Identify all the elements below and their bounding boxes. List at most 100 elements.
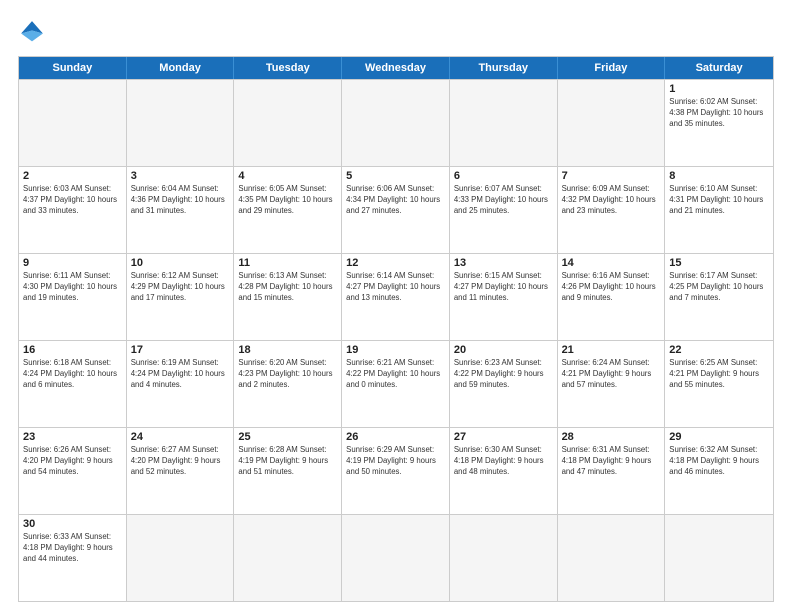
day-number: 21 [562, 344, 661, 356]
calendar-cell [342, 515, 450, 601]
day-number: 22 [669, 344, 769, 356]
calendar-cell: 27 Sunrise: 6:30 AM Sunset: 4:18 PM Dayli… [450, 428, 558, 514]
calendar-cell: 9 Sunrise: 6:11 AM Sunset: 4:30 PM Daylig… [19, 254, 127, 340]
logo [18, 18, 50, 46]
sun-info: Sunrise: 6:20 AM Sunset: 4:23 PM Dayligh… [238, 358, 337, 391]
sun-info: Sunrise: 6:26 AM Sunset: 4:20 PM Dayligh… [23, 445, 122, 478]
calendar-cell: 10Sunrise: 6:12 AM Sunset: 4:29 PM Dayli… [127, 254, 235, 340]
sun-info: Sunrise: 6:09 AM Sunset: 4:32 PM Dayligh… [562, 184, 661, 217]
day-number: 8 [669, 170, 769, 182]
sun-info: Sunrise: 6:04 AM Sunset: 4:36 PM Dayligh… [131, 184, 230, 217]
calendar-cell: 15 Sunrise: 6:17 AM Sunset: 4:25 PM Dayli… [665, 254, 773, 340]
weekday-header: Thursday [450, 57, 558, 79]
header [18, 18, 774, 46]
calendar-cell: 24Sunrise: 6:27 AM Sunset: 4:20 PM Dayli… [127, 428, 235, 514]
calendar-cell: 6 Sunrise: 6:07 AM Sunset: 4:33 PM Daylig… [450, 167, 558, 253]
day-number: 13 [454, 257, 553, 269]
calendar-cell: 29Sunrise: 6:32 AM Sunset: 4:18 PM Dayli… [665, 428, 773, 514]
sun-info: Sunrise: 6:02 AM Sunset: 4:38 PM Dayligh… [669, 97, 769, 130]
weekday-header: Sunday [19, 57, 127, 79]
day-number: 17 [131, 344, 230, 356]
day-number: 20 [454, 344, 553, 356]
day-number: 14 [562, 257, 661, 269]
day-number: 2 [23, 170, 122, 182]
calendar-week-row: 23 Sunrise: 6:26 AM Sunset: 4:20 PM Dayli… [19, 427, 773, 514]
calendar-cell: 7 Sunrise: 6:09 AM Sunset: 4:32 PM Daylig… [558, 167, 666, 253]
logo-icon [18, 18, 46, 46]
calendar-cell: 25 Sunrise: 6:28 AM Sunset: 4:19 PM Dayli… [234, 428, 342, 514]
calendar-cell [234, 515, 342, 601]
sun-info: Sunrise: 6:18 AM Sunset: 4:24 PM Dayligh… [23, 358, 122, 391]
calendar-cell [450, 515, 558, 601]
sun-info: Sunrise: 6:21 AM Sunset: 4:22 PM Dayligh… [346, 358, 445, 391]
day-number: 28 [562, 431, 661, 443]
calendar-cell: 8 Sunrise: 6:10 AM Sunset: 4:31 PM Daylig… [665, 167, 773, 253]
sun-info: Sunrise: 6:06 AM Sunset: 4:34 PM Dayligh… [346, 184, 445, 217]
sun-info: Sunrise: 6:24 AM Sunset: 4:21 PM Dayligh… [562, 358, 661, 391]
calendar-cell: 11 Sunrise: 6:13 AM Sunset: 4:28 PM Dayli… [234, 254, 342, 340]
sun-info: Sunrise: 6:32 AM Sunset: 4:18 PM Dayligh… [669, 445, 769, 478]
sun-info: Sunrise: 6:28 AM Sunset: 4:19 PM Dayligh… [238, 445, 337, 478]
day-number: 27 [454, 431, 553, 443]
weekday-header: Tuesday [234, 57, 342, 79]
calendar-cell: 18 Sunrise: 6:20 AM Sunset: 4:23 PM Dayli… [234, 341, 342, 427]
sun-info: Sunrise: 6:11 AM Sunset: 4:30 PM Dayligh… [23, 271, 122, 304]
page: SundayMondayTuesdayWednesdayThursdayFrid… [0, 0, 792, 612]
weekday-header: Saturday [665, 57, 773, 79]
day-number: 12 [346, 257, 445, 269]
calendar-week-row: 9 Sunrise: 6:11 AM Sunset: 4:30 PM Daylig… [19, 253, 773, 340]
sun-info: Sunrise: 6:13 AM Sunset: 4:28 PM Dayligh… [238, 271, 337, 304]
calendar-cell: 13 Sunrise: 6:15 AM Sunset: 4:27 PM Dayli… [450, 254, 558, 340]
calendar-cell: 21 Sunrise: 6:24 AM Sunset: 4:21 PM Dayli… [558, 341, 666, 427]
day-number: 7 [562, 170, 661, 182]
day-number: 9 [23, 257, 122, 269]
day-number: 23 [23, 431, 122, 443]
day-number: 5 [346, 170, 445, 182]
calendar-cell [342, 80, 450, 166]
day-number: 11 [238, 257, 337, 269]
sun-info: Sunrise: 6:33 AM Sunset: 4:18 PM Dayligh… [23, 532, 122, 565]
weekday-header: Wednesday [342, 57, 450, 79]
calendar-cell: 2 Sunrise: 6:03 AM Sunset: 4:37 PM Daylig… [19, 167, 127, 253]
calendar-cell: 17Sunrise: 6:19 AM Sunset: 4:24 PM Dayli… [127, 341, 235, 427]
calendar-cell [234, 80, 342, 166]
calendar-week-row: 1Sunrise: 6:02 AM Sunset: 4:38 PM Daylig… [19, 79, 773, 166]
calendar-cell: 14 Sunrise: 6:16 AM Sunset: 4:26 PM Dayli… [558, 254, 666, 340]
day-number: 25 [238, 431, 337, 443]
calendar-header: SundayMondayTuesdayWednesdayThursdayFrid… [19, 57, 773, 79]
day-number: 3 [131, 170, 230, 182]
calendar-week-row: 2 Sunrise: 6:03 AM Sunset: 4:37 PM Daylig… [19, 166, 773, 253]
day-number: 15 [669, 257, 769, 269]
sun-info: Sunrise: 6:23 AM Sunset: 4:22 PM Dayligh… [454, 358, 553, 391]
sun-info: Sunrise: 6:10 AM Sunset: 4:31 PM Dayligh… [669, 184, 769, 217]
sun-info: Sunrise: 6:16 AM Sunset: 4:26 PM Dayligh… [562, 271, 661, 304]
day-number: 19 [346, 344, 445, 356]
sun-info: Sunrise: 6:15 AM Sunset: 4:27 PM Dayligh… [454, 271, 553, 304]
weekday-header: Monday [127, 57, 235, 79]
calendar-cell [19, 80, 127, 166]
calendar-body: 1Sunrise: 6:02 AM Sunset: 4:38 PM Daylig… [19, 79, 773, 601]
sun-info: Sunrise: 6:30 AM Sunset: 4:18 PM Dayligh… [454, 445, 553, 478]
calendar-cell: 12 Sunrise: 6:14 AM Sunset: 4:27 PM Dayli… [342, 254, 450, 340]
calendar-cell: 22Sunrise: 6:25 AM Sunset: 4:21 PM Dayli… [665, 341, 773, 427]
sun-info: Sunrise: 6:05 AM Sunset: 4:35 PM Dayligh… [238, 184, 337, 217]
sun-info: Sunrise: 6:31 AM Sunset: 4:18 PM Dayligh… [562, 445, 661, 478]
calendar-cell [127, 80, 235, 166]
calendar-cell [127, 515, 235, 601]
sun-info: Sunrise: 6:17 AM Sunset: 4:25 PM Dayligh… [669, 271, 769, 304]
sun-info: Sunrise: 6:07 AM Sunset: 4:33 PM Dayligh… [454, 184, 553, 217]
calendar-cell: 5 Sunrise: 6:06 AM Sunset: 4:34 PM Daylig… [342, 167, 450, 253]
sun-info: Sunrise: 6:03 AM Sunset: 4:37 PM Dayligh… [23, 184, 122, 217]
calendar-cell: 19 Sunrise: 6:21 AM Sunset: 4:22 PM Dayli… [342, 341, 450, 427]
day-number: 10 [131, 257, 230, 269]
sun-info: Sunrise: 6:14 AM Sunset: 4:27 PM Dayligh… [346, 271, 445, 304]
day-number: 26 [346, 431, 445, 443]
calendar-cell: 16Sunrise: 6:18 AM Sunset: 4:24 PM Dayli… [19, 341, 127, 427]
calendar-cell [558, 515, 666, 601]
calendar-cell: 1Sunrise: 6:02 AM Sunset: 4:38 PM Daylig… [665, 80, 773, 166]
calendar-cell: 3 Sunrise: 6:04 AM Sunset: 4:36 PM Daylig… [127, 167, 235, 253]
calendar: SundayMondayTuesdayWednesdayThursdayFrid… [18, 56, 774, 602]
day-number: 30 [23, 518, 122, 530]
day-number: 6 [454, 170, 553, 182]
day-number: 18 [238, 344, 337, 356]
